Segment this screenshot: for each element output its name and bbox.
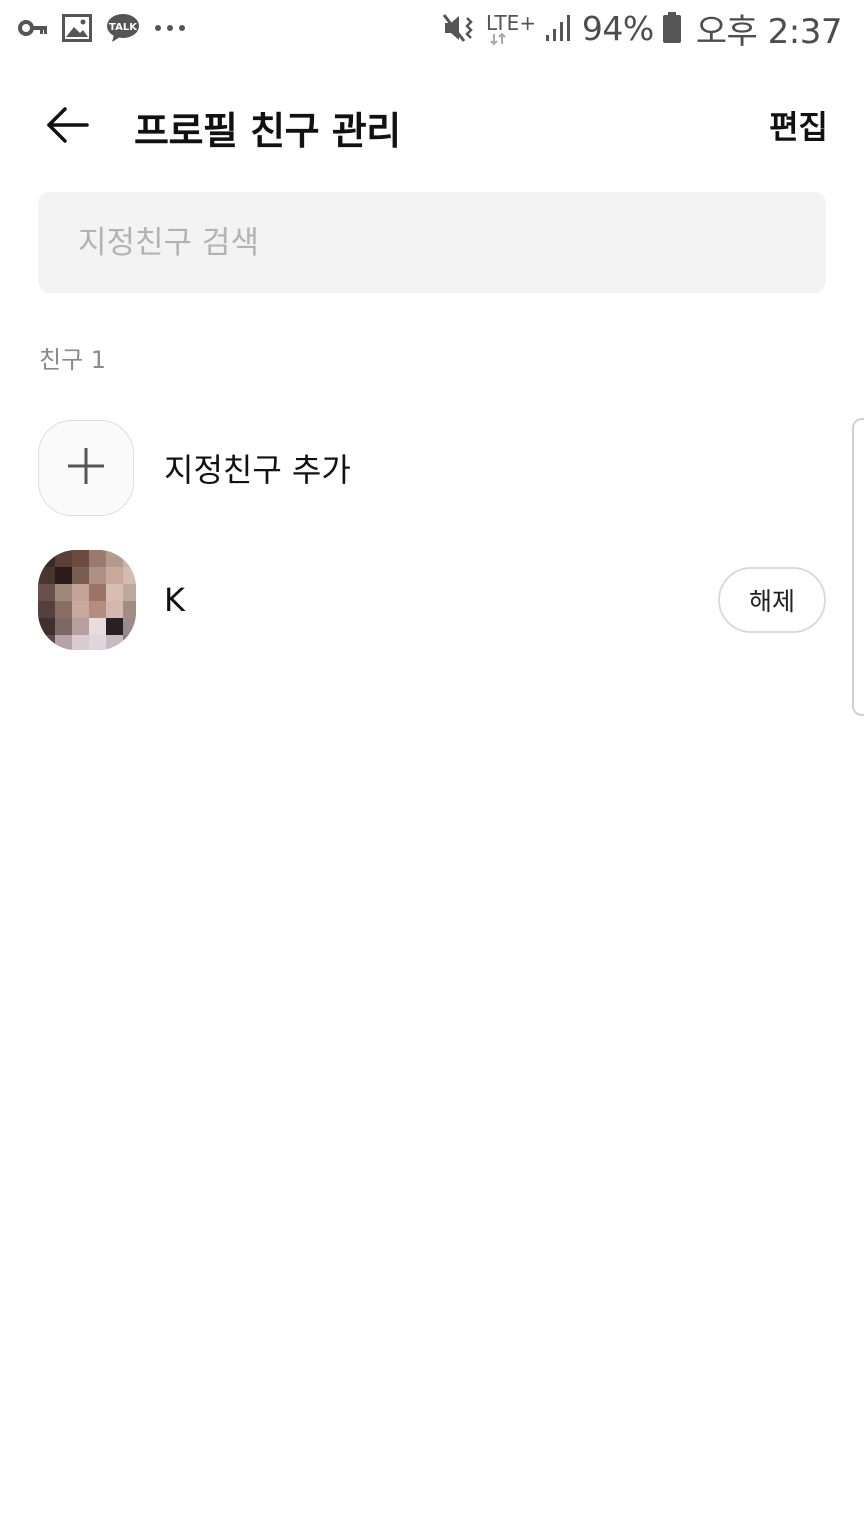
add-designated-friend-row[interactable]: 지정친구 추가 xyxy=(38,420,826,516)
edit-button[interactable]: 편집 xyxy=(769,102,828,148)
key-icon xyxy=(18,20,48,36)
release-button[interactable]: 해제 xyxy=(718,567,826,633)
edge-panel-handle[interactable] xyxy=(852,418,864,716)
app-header: 프로필 친구 관리 편집 xyxy=(0,86,864,166)
mute-vibrate-icon xyxy=(442,12,478,44)
add-friend-tile[interactable] xyxy=(38,420,134,516)
add-friend-label: 지정친구 추가 xyxy=(164,451,351,489)
back-button[interactable] xyxy=(38,98,96,156)
search-input[interactable] xyxy=(38,192,826,293)
lte-plus-icon: LTE+ xyxy=(486,10,536,46)
avatar[interactable] xyxy=(38,550,136,650)
more-dots-icon xyxy=(154,24,186,32)
friend-name: K xyxy=(164,581,185,619)
friends-count-label: 친구 1 xyxy=(39,346,107,374)
status-bar-right: LTE+ 94% 오후 2:37 xyxy=(442,8,843,52)
page-title: 프로필 친구 관리 xyxy=(134,109,401,153)
network-label: LTE+ xyxy=(486,11,536,35)
kakaotalk-icon: TALK xyxy=(106,13,140,43)
pixelated-avatar-image xyxy=(38,550,136,650)
search-box[interactable] xyxy=(38,192,826,293)
talk-badge-text: TALK xyxy=(109,22,138,33)
battery-percent: 94% xyxy=(581,8,654,48)
status-bar: TALK LTE+ 94% 오후 2:37 xyxy=(0,0,864,58)
clock-time: 오후 2:37 xyxy=(695,11,843,52)
back-arrow-icon xyxy=(45,106,89,148)
status-bar-left: TALK xyxy=(18,12,186,44)
battery-icon xyxy=(662,12,682,44)
friend-list-item[interactable]: K 해제 xyxy=(38,550,826,650)
plus-icon xyxy=(66,446,106,490)
signal-icon xyxy=(544,13,574,43)
gallery-icon xyxy=(62,14,92,42)
